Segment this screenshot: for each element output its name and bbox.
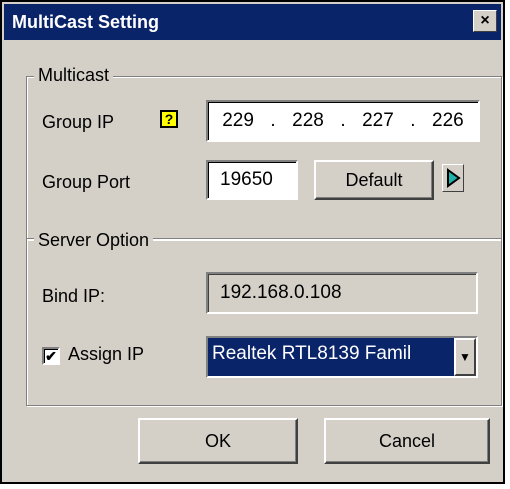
default-button[interactable]: Default [314,160,434,200]
bind-ip-field: 192.168.0.108 [206,272,478,314]
group-port-label: Group Port [42,172,131,192]
group-port-field[interactable]: 19650 [206,160,298,200]
ip-separator: . [410,110,416,131]
group-ip-octet-3[interactable]: 227 [362,110,394,132]
group-ip-octet-1[interactable]: 229 [222,110,254,132]
group-ip-label: Group IP [42,112,115,132]
adapter-selected-value: Realtek RTL8139 Famil [212,343,412,364]
group-ip-field[interactable]: 229 . 228 . 227 . 226 [206,100,480,142]
bind-ip-value: 192.168.0.108 [220,282,342,303]
next-arrow-button[interactable] [442,164,464,192]
ip-separator: . [340,110,346,131]
network-adapter-select[interactable]: Realtek RTL8139 Famil ▼ [206,336,478,378]
play-arrow-icon [447,168,461,188]
group-ip-octet-2[interactable]: 228 [292,110,324,132]
dropdown-arrow-button[interactable]: ▼ [454,338,476,376]
ip-separator: . [270,110,276,131]
server-option-group [26,238,502,406]
cancel-button[interactable]: Cancel [324,418,490,464]
help-icon[interactable]: ? [160,110,178,128]
multicast-setting-dialog: MultiCast Setting × Multicast Group IP ?… [0,0,505,484]
server-option-legend: Server Option [34,230,154,251]
group-port-value: 19650 [220,169,273,190]
close-icon: × [480,12,490,29]
checkmark-icon: ✔ [45,348,57,364]
group-ip-octet-4[interactable]: 226 [432,110,464,132]
dialog-title: MultiCast Setting [12,12,159,32]
ok-button[interactable]: OK [138,418,298,464]
assign-ip-checkbox[interactable]: ✔ [42,347,60,365]
chevron-down-icon: ▼ [459,350,471,364]
close-button[interactable]: × [473,10,497,32]
multicast-legend: Multicast [34,65,114,86]
title-bar[interactable]: MultiCast Setting × [4,4,501,40]
bind-ip-label: Bind IP: [42,286,106,306]
assign-ip-label[interactable]: Assign IP [68,344,144,365]
